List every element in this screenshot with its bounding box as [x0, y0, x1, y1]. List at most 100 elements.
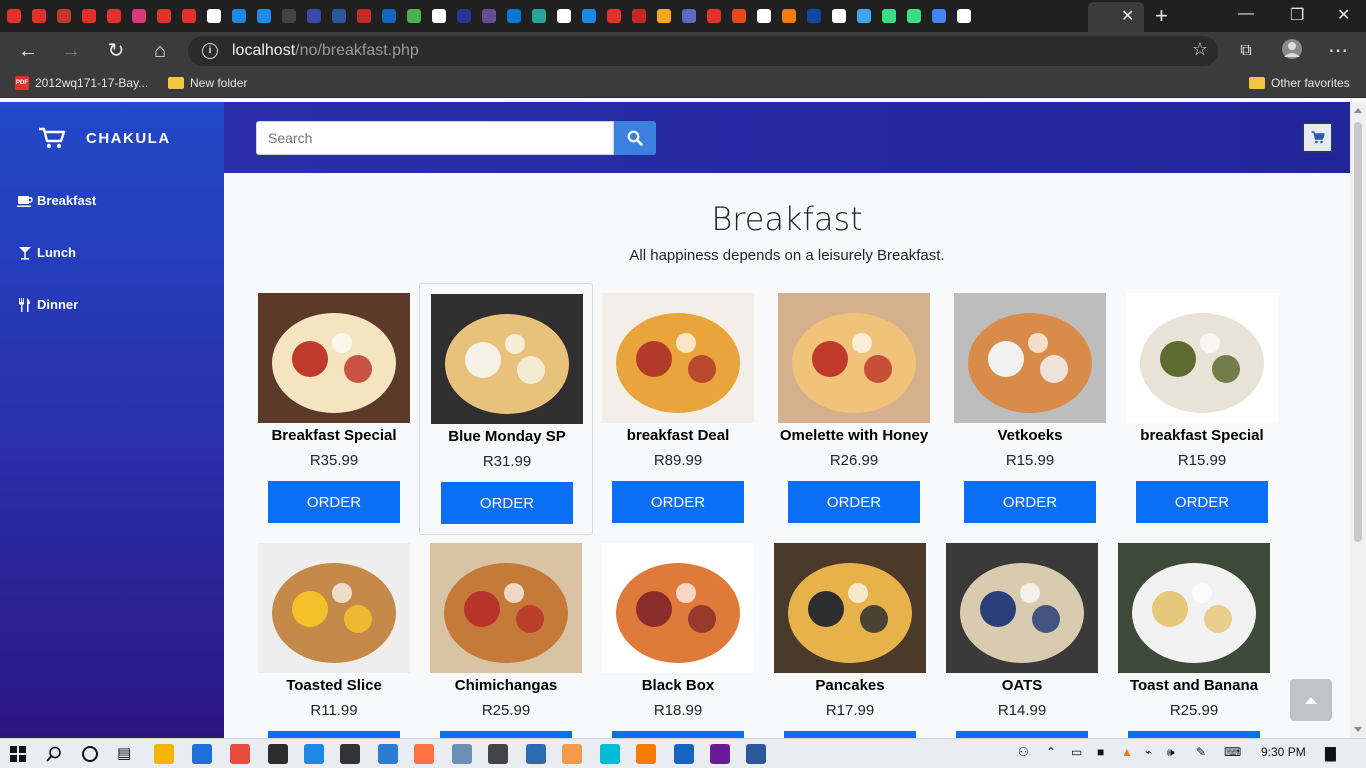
active-tab[interactable]: [1088, 2, 1144, 32]
brand[interactable]: CHAKULA: [38, 126, 171, 150]
product-card[interactable]: Toasted Slice R11.99 ORDER: [247, 533, 421, 738]
product-card[interactable]: Black Box R18.99 ORDER: [591, 533, 765, 738]
cart-button[interactable]: [1302, 122, 1333, 153]
taskbar-app-icon[interactable]: [674, 744, 694, 764]
taskbar-app-icon[interactable]: [710, 744, 730, 764]
search-button[interactable]: [614, 121, 656, 155]
product-card[interactable]: Pancakes R17.99 ORDER: [763, 533, 937, 738]
order-button[interactable]: ORDER: [441, 482, 573, 524]
order-button[interactable]: ORDER: [1136, 481, 1268, 523]
tab-favicon-icon[interactable]: [703, 5, 725, 27]
back-icon[interactable]: ←: [15, 38, 41, 64]
tab-favicon-icon[interactable]: [753, 5, 775, 27]
favorite-star-icon[interactable]: ☆: [1192, 39, 1208, 60]
url-bar[interactable]: i localhost/no/breakfast.php ☆: [188, 36, 1218, 66]
tab-favicon-icon[interactable]: [578, 5, 600, 27]
taskbar-app-icon[interactable]: [562, 744, 582, 764]
product-card[interactable]: Omelette with Honey R26.99 ORDER: [767, 283, 941, 535]
order-button[interactable]: ORDER: [1128, 731, 1260, 738]
minimize-icon[interactable]: —: [1238, 5, 1254, 23]
tab-favicon-icon[interactable]: [78, 5, 100, 27]
tab-favicon-icon[interactable]: [953, 5, 975, 27]
people-icon[interactable]: ⚇: [1018, 745, 1029, 759]
more-menu-icon[interactable]: ⋯: [1325, 38, 1351, 64]
taskbar-app-icon[interactable]: [268, 744, 288, 764]
search-input[interactable]: [256, 121, 614, 155]
product-image[interactable]: [258, 543, 410, 673]
bookmark-new-folder[interactable]: New folder: [168, 76, 247, 90]
tab-favicon-icon[interactable]: [778, 5, 800, 27]
product-image[interactable]: [946, 543, 1098, 673]
product-card[interactable]: Chimichangas R25.99 ORDER: [419, 533, 593, 738]
tab-favicon-icon[interactable]: [903, 5, 925, 27]
order-button[interactable]: ORDER: [964, 481, 1096, 523]
vlc-tray-icon[interactable]: ▲: [1121, 745, 1133, 759]
taskbar-app-icon[interactable]: [600, 744, 620, 764]
tab-favicon-icon[interactable]: [303, 5, 325, 27]
tab-favicon-icon[interactable]: [453, 5, 475, 27]
taskbar-app-icon[interactable]: [230, 744, 250, 764]
clock[interactable]: 9:30 PM: [1261, 745, 1306, 759]
product-image[interactable]: [1118, 543, 1270, 673]
sidebar-item-dinner[interactable]: Dinner: [17, 297, 78, 312]
tab-favicon-icon[interactable]: [328, 5, 350, 27]
volume-icon[interactable]: 🕪: [1167, 745, 1175, 760]
tab-favicon-icon[interactable]: [603, 5, 625, 27]
order-button[interactable]: ORDER: [268, 481, 400, 523]
pen-icon[interactable]: ✎: [1196, 745, 1206, 759]
tab-favicon-icon[interactable]: [628, 5, 650, 27]
tab-favicon-icon[interactable]: [28, 5, 50, 27]
taskbar-app-icon[interactable]: [488, 744, 508, 764]
product-image[interactable]: [602, 293, 754, 423]
keyboard-icon[interactable]: ⌨: [1224, 745, 1241, 759]
tab-favicon-icon[interactable]: [878, 5, 900, 27]
tab-favicon-icon[interactable]: [678, 5, 700, 27]
taskbar-app-icon[interactable]: [340, 744, 360, 764]
tray-overflow-icon[interactable]: ⌃: [1046, 745, 1056, 759]
taskbar-app-icon[interactable]: [452, 744, 472, 764]
product-card[interactable]: Breakfast Special R35.99 ORDER: [247, 283, 421, 535]
product-image[interactable]: [602, 543, 754, 673]
product-card[interactable]: Toast and Banana R25.99 ORDER: [1107, 533, 1281, 738]
sidebar-item-breakfast[interactable]: Breakfast: [17, 193, 96, 208]
product-image[interactable]: [778, 293, 930, 423]
url-text[interactable]: localhost/no/breakfast.php: [232, 42, 419, 60]
tab-favicon-icon[interactable]: [828, 5, 850, 27]
taskbar-app-icon[interactable]: [304, 744, 324, 764]
scroll-up-icon[interactable]: [1354, 108, 1362, 113]
tab-favicon-icon[interactable]: [853, 5, 875, 27]
taskbar-app-icon[interactable]: [746, 744, 766, 764]
tab-favicon-icon[interactable]: [103, 5, 125, 27]
product-card[interactable]: Vetkoeks R15.99 ORDER: [943, 283, 1117, 535]
tab-favicon-icon[interactable]: [228, 5, 250, 27]
close-window-icon[interactable]: ✕: [1337, 5, 1350, 25]
cortana-icon[interactable]: [81, 745, 99, 763]
product-image[interactable]: [258, 293, 410, 423]
product-image[interactable]: [430, 543, 582, 673]
tab-favicon-icon[interactable]: [928, 5, 950, 27]
tab-favicon-icon[interactable]: [53, 5, 75, 27]
forward-icon[interactable]: →: [58, 38, 84, 64]
tab-favicon-icon[interactable]: [478, 5, 500, 27]
new-tab-icon[interactable]: +: [1155, 3, 1168, 29]
tab-favicon-icon[interactable]: [278, 5, 300, 27]
order-button[interactable]: ORDER: [956, 731, 1088, 738]
tab-favicon-icon[interactable]: [128, 5, 150, 27]
sidebar-item-lunch[interactable]: Lunch: [17, 245, 76, 260]
maximize-icon[interactable]: ❐: [1290, 5, 1304, 25]
product-image[interactable]: [774, 543, 926, 673]
windows-start-icon[interactable]: [10, 746, 26, 762]
order-button[interactable]: ORDER: [612, 731, 744, 738]
tab-favicon-icon[interactable]: [153, 5, 175, 27]
order-button[interactable]: ORDER: [268, 731, 400, 738]
tab-favicon-icon[interactable]: [803, 5, 825, 27]
tab-favicon-icon[interactable]: [353, 5, 375, 27]
order-button[interactable]: ORDER: [612, 481, 744, 523]
order-button[interactable]: ORDER: [784, 731, 916, 738]
tab-favicon-icon[interactable]: [528, 5, 550, 27]
taskbar-app-icon[interactable]: [378, 744, 398, 764]
taskbar-search-icon[interactable]: [46, 746, 62, 762]
tab-favicon-icon[interactable]: [253, 5, 275, 27]
taskbar-app-icon[interactable]: [192, 744, 212, 764]
notifications-icon[interactable]: ▇: [1325, 745, 1336, 762]
